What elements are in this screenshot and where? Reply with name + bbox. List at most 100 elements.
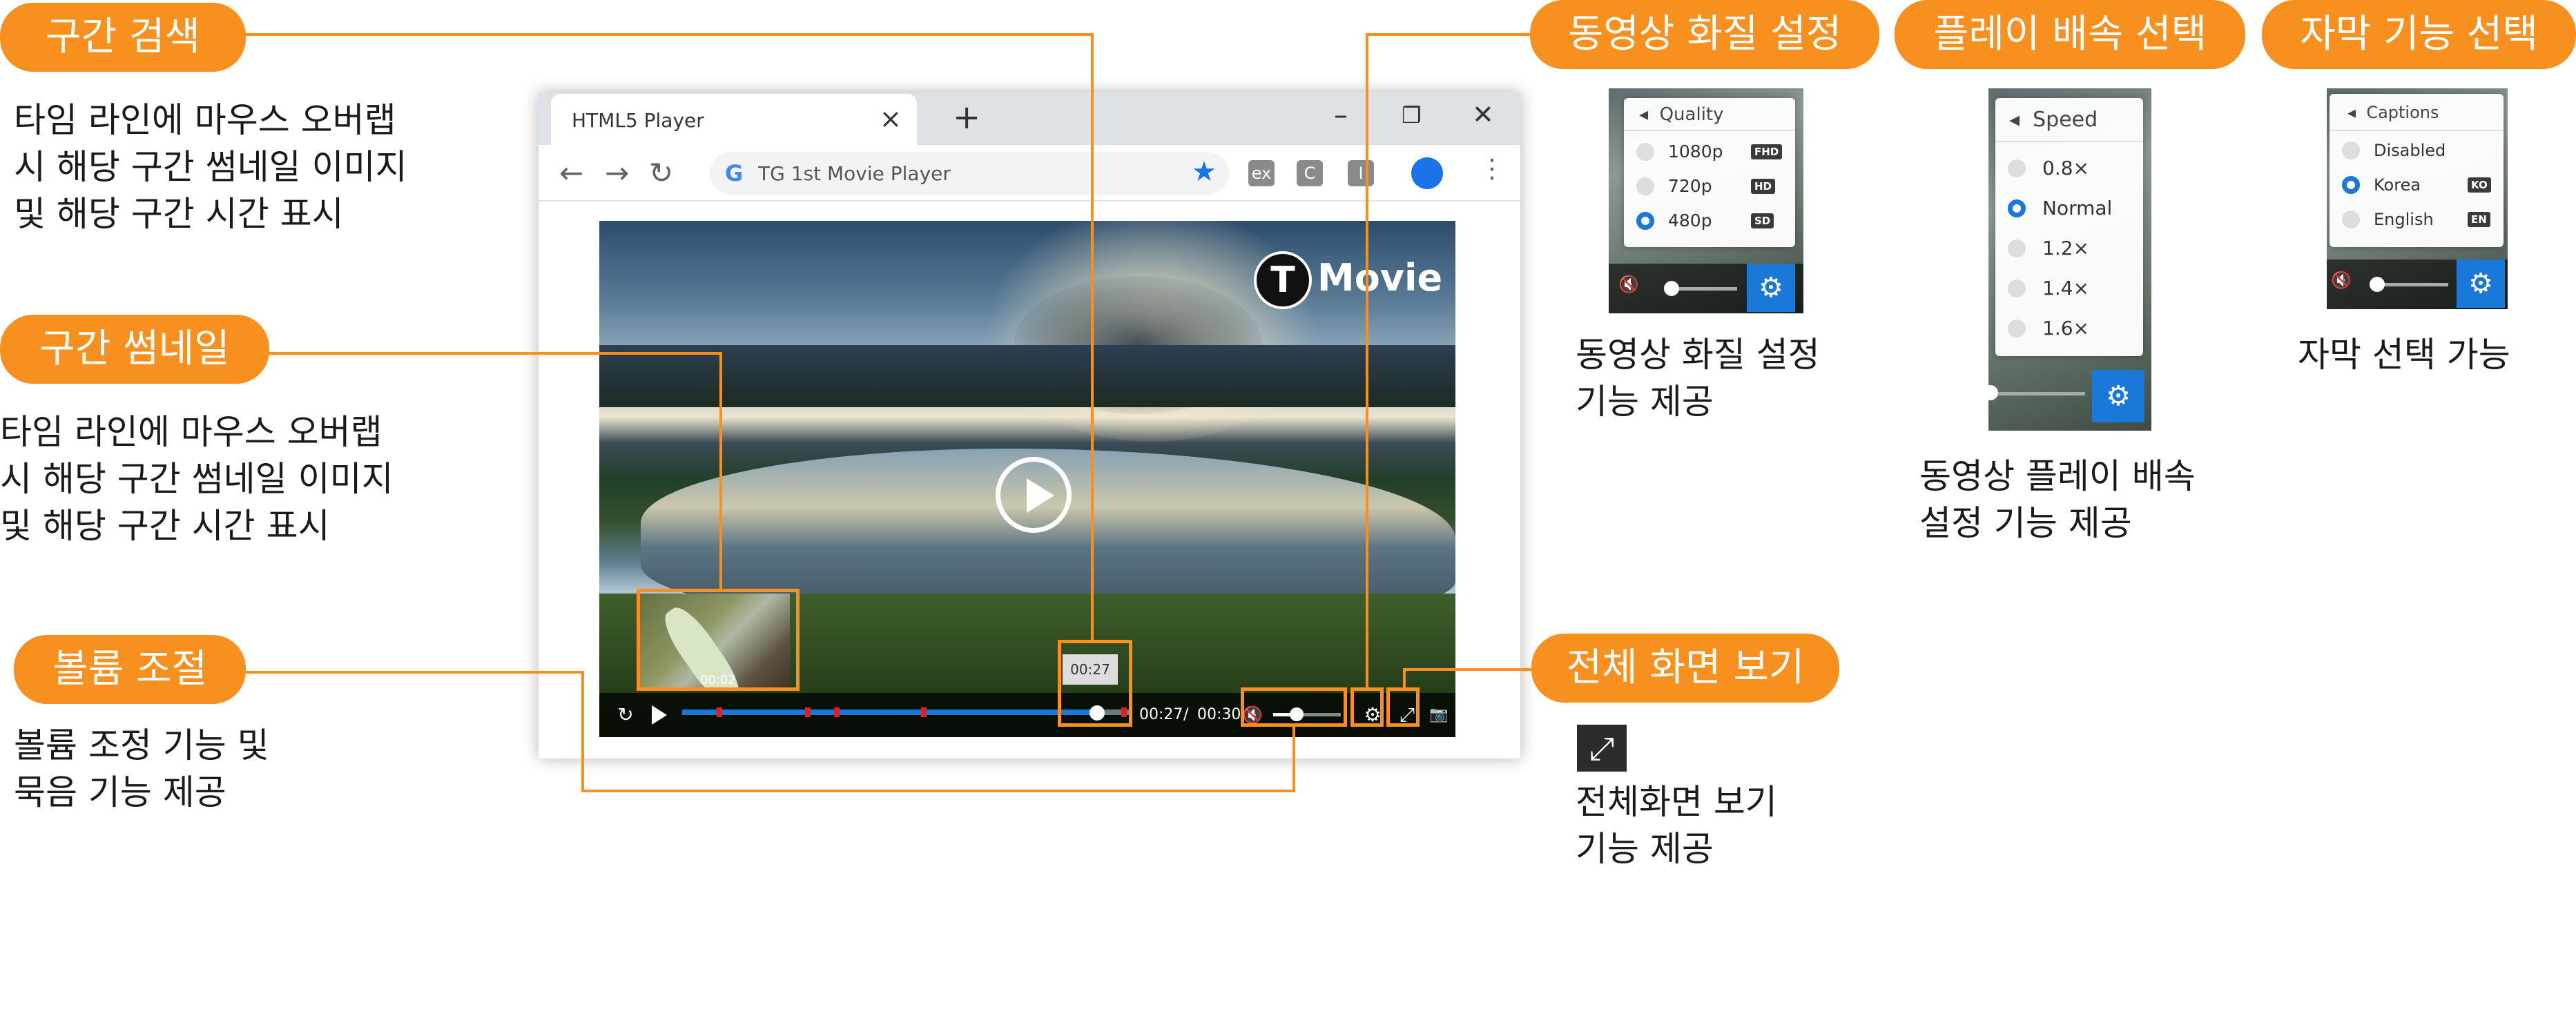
- caption-option[interactable]: Disabled: [2330, 134, 2504, 167]
- window-minimize-icon[interactable]: –: [1334, 99, 1348, 131]
- timeline-marker[interactable]: [921, 707, 927, 717]
- connector-quality-h: [1366, 33, 1530, 36]
- quality-radio[interactable]: [1636, 143, 1654, 161]
- extension-c-icon[interactable]: C: [1297, 160, 1323, 186]
- connector-thumb-v: [719, 352, 722, 589]
- speed-menu: ◂ Speed 0.8× Normal 1.2× 1.4× 1.6×: [1995, 98, 2143, 356]
- desc-search-2: 시 해당 구간 썸네일 이미지: [14, 147, 407, 187]
- caption-mute-icon[interactable]: 🔇: [2331, 271, 2352, 290]
- new-tab-icon[interactable]: +: [953, 98, 980, 137]
- speed-radio[interactable]: [2008, 199, 2026, 217]
- speed-option-label: 0.8×: [2042, 157, 2089, 179]
- reload-icon[interactable]: ↻: [649, 145, 673, 202]
- speed-radio[interactable]: [2008, 159, 2026, 177]
- desc-thumb-1: 타임 라인에 마우스 오버랩: [0, 412, 382, 452]
- caption-option-tag: EN: [2468, 212, 2490, 227]
- speed-option[interactable]: 1.4×: [1995, 269, 2143, 308]
- speed-menu-header[interactable]: ◂ Speed: [1995, 98, 2143, 142]
- desc-fullscreen-2: 기능 제공: [1576, 829, 1714, 869]
- timeline-marker[interactable]: [717, 707, 722, 717]
- label-caption-select: 자막 기능 선택: [2262, 0, 2576, 69]
- desc-speed-2: 설정 기능 제공: [1919, 503, 2132, 543]
- time-separator: /: [1183, 706, 1189, 723]
- speed-gear-icon[interactable]: ⚙: [2092, 370, 2144, 422]
- duration-time: 00:30: [1197, 706, 1241, 723]
- window-restore-icon[interactable]: ❐: [1402, 102, 1422, 128]
- connector-search-v: [1091, 33, 1094, 642]
- movie-logo: T Movie: [1254, 247, 1442, 310]
- caption-volume-knob[interactable]: [2370, 277, 2385, 292]
- caption-option-label: English: [2374, 210, 2434, 229]
- speed-volume-knob[interactable]: [1988, 385, 1998, 400]
- quality-mute-icon[interactable]: 🔇: [1618, 275, 1639, 294]
- quality-option[interactable]: 720p HD: [1624, 170, 1795, 203]
- browser-tab[interactable]: HTML5 Player ×: [551, 94, 917, 145]
- timeline-marker[interactable]: [805, 707, 811, 717]
- speed-option[interactable]: Normal: [1995, 189, 2143, 228]
- speed-option[interactable]: 1.2×: [1995, 229, 2143, 268]
- window-close-icon[interactable]: ✕: [1472, 99, 1494, 130]
- quality-menu-header[interactable]: ◂ Quality: [1624, 98, 1795, 131]
- timeline-marker[interactable]: [834, 707, 840, 717]
- caption-menu-header[interactable]: ◂ Captions: [2330, 94, 2504, 131]
- google-g-icon: G: [725, 160, 744, 186]
- extension-ex-icon[interactable]: ex: [1248, 160, 1275, 186]
- replay-icon[interactable]: ↻: [613, 701, 638, 729]
- label-volume-control: 볼륨 조절: [14, 635, 246, 704]
- tab-close-icon[interactable]: ×: [880, 104, 902, 134]
- desc-quality-2: 기능 제공: [1576, 382, 1714, 422]
- caption-option-tag: KO: [2468, 177, 2491, 193]
- caption-radio[interactable]: [2342, 211, 2360, 228]
- highlight-settings: [1350, 687, 1384, 727]
- timeline-progress: [682, 709, 1094, 715]
- profile-avatar[interactable]: [1411, 157, 1443, 189]
- label-speed-select: 플레이 배속 선택: [1895, 0, 2245, 69]
- forward-icon[interactable]: →: [605, 145, 629, 202]
- quality-menu-title: Quality: [1659, 104, 1724, 125]
- highlight-search: [1058, 640, 1132, 727]
- desc-thumb-3: 및 해당 구간 시간 표시: [0, 506, 330, 546]
- back-icon[interactable]: ←: [559, 145, 583, 202]
- speed-option[interactable]: 0.8×: [1995, 149, 2143, 188]
- quality-option[interactable]: 480p SD: [1624, 204, 1795, 237]
- big-play-icon[interactable]: [996, 457, 1072, 533]
- speed-volume-slider[interactable]: [1988, 392, 2085, 395]
- connector-quality-v: [1366, 33, 1368, 689]
- quality-option[interactable]: 1080p FHD: [1624, 135, 1795, 168]
- speed-option[interactable]: 1.6×: [1995, 309, 2143, 348]
- caption-radio[interactable]: [2342, 141, 2360, 159]
- caption-radio[interactable]: [2342, 176, 2360, 194]
- quality-gear-icon[interactable]: ⚙: [1747, 264, 1795, 312]
- quality-radio[interactable]: [1636, 212, 1654, 230]
- speed-radio[interactable]: [2008, 280, 2026, 297]
- connector-search-h: [246, 33, 1094, 36]
- label-section-search: 구간 검색: [0, 3, 246, 72]
- desc-caption-1: 자막 선택 가능: [2298, 335, 2510, 375]
- connector-volume-h1: [246, 671, 584, 674]
- connector-volume-v2: [1292, 726, 1295, 792]
- quality-option-label: 1080p: [1668, 141, 1723, 161]
- desc-search-1: 타임 라인에 마우스 오버랩: [14, 100, 396, 140]
- quality-radio[interactable]: [1636, 177, 1654, 195]
- extension-i-icon[interactable]: I: [1348, 160, 1374, 186]
- caption-option[interactable]: English EN: [2330, 203, 2504, 236]
- browser-menu-icon[interactable]: ⋮: [1479, 153, 1505, 184]
- caption-gear-icon[interactable]: ⚙: [2457, 260, 2505, 308]
- quality-option-label: 720p: [1668, 176, 1712, 196]
- caption-panel: ◂ Captions Disabled Korea KO English EN 🔇 …: [2327, 88, 2508, 309]
- video-mountains: [599, 345, 1455, 407]
- caption-option[interactable]: Korea KO: [2330, 168, 2504, 202]
- connector-fullscreen-h: [1403, 668, 1531, 671]
- highlight-thumbnail: [637, 589, 800, 691]
- label-fullscreen: 전체 화면 보기: [1531, 634, 1839, 703]
- play-icon[interactable]: [652, 705, 667, 725]
- label-quality-setting: 동영상 화질 설정: [1530, 0, 1879, 69]
- quality-volume-knob[interactable]: [1664, 281, 1679, 296]
- bookmark-star-icon[interactable]: ★: [1192, 156, 1217, 188]
- camera-icon[interactable]: 📷: [1425, 701, 1453, 729]
- address-bar[interactable]: G TG 1st Movie Player ★: [710, 152, 1229, 195]
- quality-option-tag: SD: [1751, 213, 1774, 228]
- speed-radio[interactable]: [2008, 320, 2026, 337]
- speed-radio[interactable]: [2008, 239, 2026, 257]
- desc-speed-1: 동영상 플레이 배속: [1919, 456, 2196, 496]
